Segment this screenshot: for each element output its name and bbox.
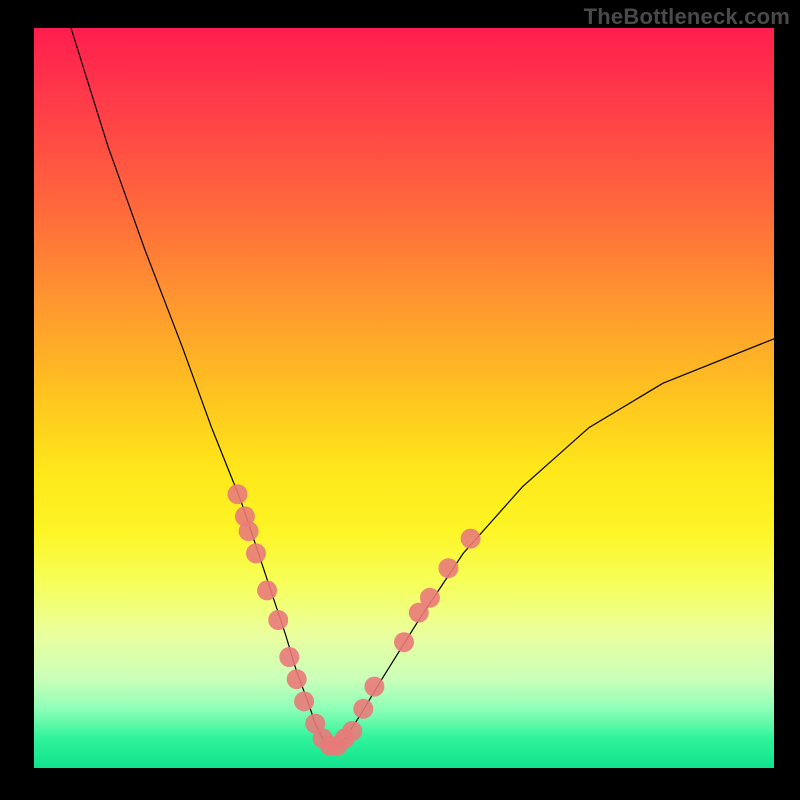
data-marker: [239, 521, 259, 541]
data-marker: [294, 691, 314, 711]
data-marker: [394, 632, 414, 652]
data-marker: [438, 558, 458, 578]
watermark-text: TheBottleneck.com: [584, 4, 790, 30]
data-marker: [246, 543, 266, 563]
data-marker: [257, 580, 277, 600]
plot-svg: [34, 28, 774, 768]
data-marker: [342, 721, 362, 741]
chart-frame: TheBottleneck.com: [0, 0, 800, 800]
data-marker: [268, 610, 288, 630]
data-marker: [287, 669, 307, 689]
data-marker: [228, 484, 248, 504]
data-marker: [420, 588, 440, 608]
data-marker: [461, 529, 481, 549]
curve-group: [71, 28, 774, 746]
bottleneck-curve: [71, 28, 774, 746]
plot-area: [34, 28, 774, 768]
data-markers: [228, 484, 481, 756]
data-marker: [279, 647, 299, 667]
data-marker: [364, 677, 384, 697]
data-marker: [353, 699, 373, 719]
